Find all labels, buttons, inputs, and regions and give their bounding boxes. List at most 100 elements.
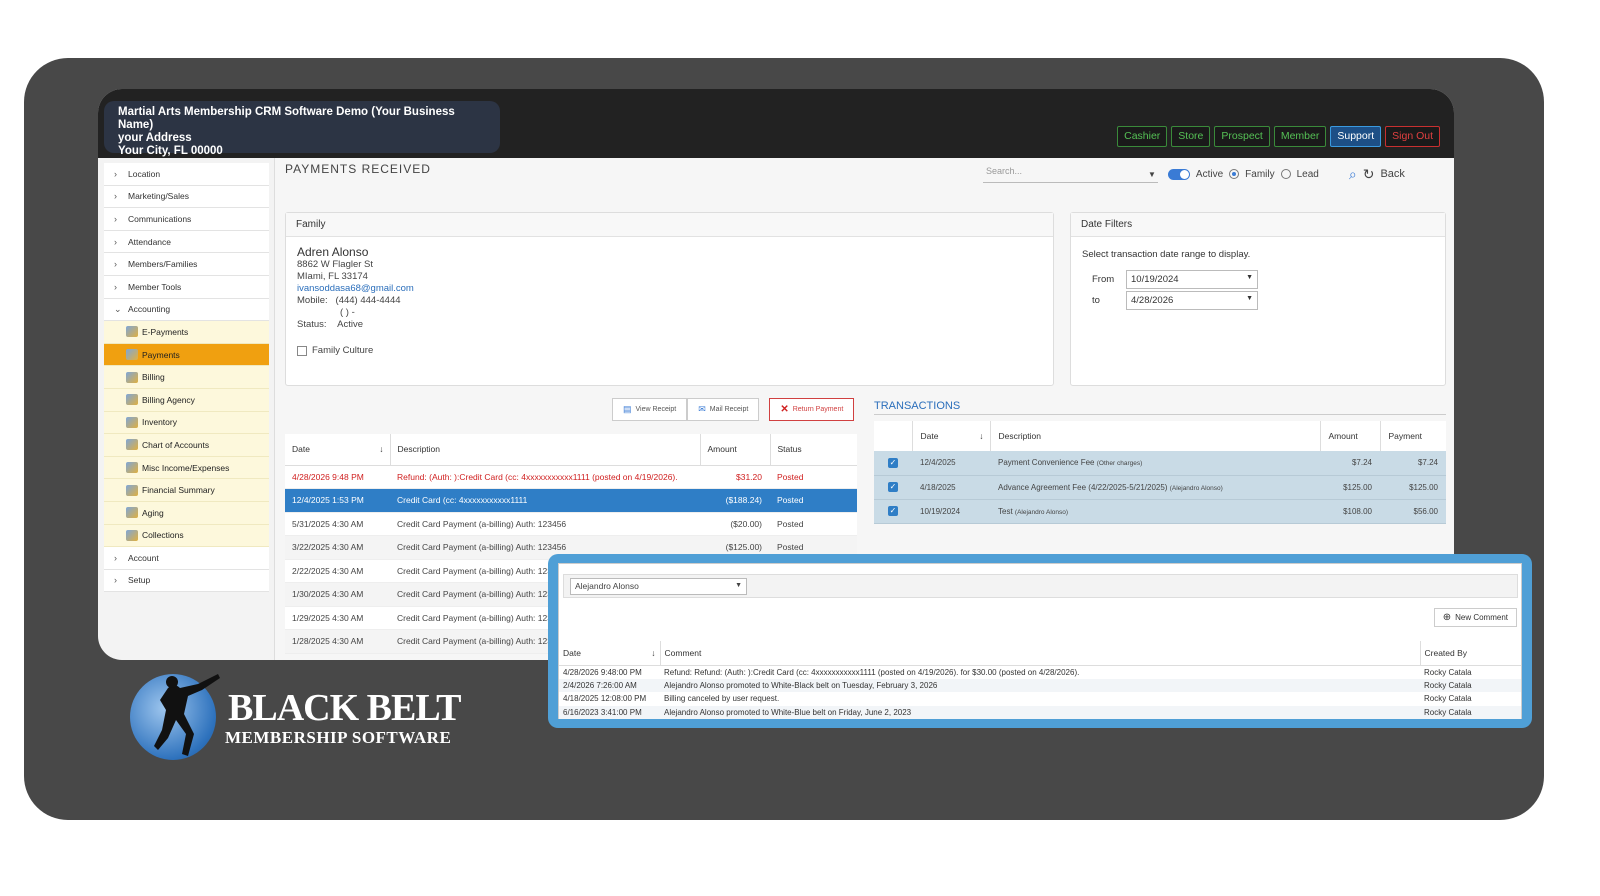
sidebar-item-collections[interactable]: Collections [104,524,269,548]
table-row[interactable]: ✓ 10/19/2024 Test (Alejandro Alonso) $108.0… [874,499,1446,524]
business-name: Martial Arts Membership CRM Software Dem… [118,106,455,131]
return-payment-button[interactable]: ✕ Return Payment [769,398,855,421]
sidebar-item-location[interactable]: › Location [104,163,269,186]
col-amount[interactable]: Amount [700,434,771,466]
comments-header-row: Date ↓ Comment Created By [559,641,1521,666]
col-description[interactable]: Description [390,434,701,466]
financial-summary-icon [126,484,138,496]
family-panel-title: Family [286,213,1053,237]
sidebar-item-marketing[interactable]: › Marketing/Sales [104,185,269,209]
col-created-by[interactable]: Created By [1420,641,1521,666]
mail-icon: ✉ [698,404,706,414]
col-comment[interactable]: Comment [660,641,1421,666]
chevron-down-icon: ▼ [1246,295,1253,302]
col-trans-date[interactable]: Date ↓ [912,421,991,451]
chevron-down-icon: ▼ [1246,274,1253,281]
table-row[interactable]: 6/16/2023 3:41:00 PM Alejandro Alonso pro… [559,705,1521,719]
date-filters-title: Date Filters [1071,213,1445,237]
comments-table: Date ↓ Comment Created By 4/28/2026 9:48:… [559,641,1521,719]
store-button[interactable]: Store [1171,126,1211,147]
sidebar-item-member-tools[interactable]: › Member Tools [104,275,269,299]
top-nav: Cashier Store Prospect Member Support Si… [1117,126,1440,147]
search-input[interactable]: Search... [983,166,1158,183]
close-icon: ✕ [780,404,789,415]
chart-of-accounts-icon [126,439,138,451]
table-row[interactable]: 2/4/2026 7:26:00 AM Alejandro Alonso prom… [559,678,1521,692]
sidebar-item-communications[interactable]: › Communications [104,208,269,231]
table-row[interactable]: 5/31/2025 4:30 AM Credit Card Payment (a-… [285,512,857,536]
from-date-input[interactable]: 10/19/2024 ▼ [1126,270,1258,289]
date-filters-body: Select transaction date range to display… [1071,237,1445,322]
sidebar-item-chart-of-accounts[interactable]: Chart of Accounts [104,434,269,457]
member-button[interactable]: Member [1273,126,1327,147]
family-city: MIami, FL 33174 [297,271,368,282]
sort-down-icon: ↓ [979,431,984,441]
back-icon[interactable]: ↻ [1363,166,1375,183]
chevron-right-icon: › [114,168,117,179]
sidebar-item-members[interactable]: › Members/Families [104,253,269,276]
sidebar: › Location › Marketing/Sales › Communicatio… [104,163,269,593]
col-date[interactable]: Date ↓ [285,434,391,466]
receipt-actions: ▤ View Receipt ✉ Mail Receipt ✕ Return Paym… [612,398,855,421]
table-row[interactable]: ✓ 4/18/2025 Advance Agreement Fee (4/22/20… [874,475,1446,500]
support-button[interactable]: Support [1330,126,1382,147]
family-phone2: ( ) - [340,307,355,318]
comments-overlay: Alejandro Alonso ▼ ⊕ New Comment Date ↓ Com… [548,554,1532,728]
sidebar-item-financial-summary[interactable]: Financial Summary [104,479,269,502]
sidebar-item-setup[interactable]: › Setup [104,569,269,593]
family-status-row: Status: Active [297,319,364,330]
sidebar-item-billing-agency[interactable]: Billing Agency [104,388,269,412]
view-receipt-icon: ▤ [623,404,632,414]
billing-agency-icon [126,394,138,406]
family-culture-checkbox[interactable] [297,346,307,356]
col-trans-description[interactable]: Description [990,421,1321,451]
to-row: to 4/28/2026 ▼ [1082,291,1434,310]
to-date-input[interactable]: 4/28/2026 ▼ [1126,291,1258,310]
sidebar-item-misc-income[interactable]: Misc Income/Expenses [104,456,269,480]
col-trans-amount[interactable]: Amount [1320,421,1381,451]
family-radio[interactable] [1229,169,1240,179]
row-checkbox[interactable]: ✓ [888,506,898,516]
e-payments-icon [126,326,138,338]
sidebar-item-account[interactable]: › Account [104,547,269,570]
prospect-button[interactable]: Prospect [1214,126,1270,147]
family-status: Active [337,319,364,330]
active-toggle[interactable] [1167,168,1190,180]
sidebar-item-payments[interactable]: Payments [104,343,269,367]
col-trans-payment[interactable]: Payment [1380,421,1446,451]
active-label: Active [1195,168,1224,180]
row-checkbox[interactable]: ✓ [888,457,898,468]
col-status[interactable]: Status [770,434,857,466]
view-receipt-button[interactable]: ▤ View Receipt [612,398,688,421]
member-select[interactable]: Alejandro Alonso ▼ [570,578,747,595]
sidebar-item-billing[interactable]: Billing [104,366,269,389]
row-checkbox[interactable]: ✓ [888,482,898,492]
transactions-table: Date ↓ Description Amount Payment ✓ 12/4/2… [874,421,1446,524]
chevron-right-icon: › [114,259,117,270]
sidebar-item-e-payments[interactable]: E-Payments [104,321,269,344]
logo-text-main: BLACK BELT [228,687,462,729]
mail-receipt-button[interactable]: ✉ Mail Receipt [687,398,760,421]
col-comment-date[interactable]: Date ↓ [559,641,661,666]
sign-out-button[interactable]: Sign Out [1385,126,1440,147]
family-mobile: (444) 444-4444 [335,295,401,306]
col-check [874,421,913,451]
table-row[interactable]: 4/28/2026 9:48:00 PM Refund: Refund: (Aut… [559,665,1521,679]
new-comment-button[interactable]: ⊕ New Comment [1433,608,1517,627]
collections-icon [126,529,138,541]
sidebar-item-aging[interactable]: Aging [104,501,269,525]
cashier-button[interactable]: Cashier [1117,126,1168,147]
sidebar-item-accounting[interactable]: ⌄ Accounting [104,298,269,322]
table-row[interactable]: 4/18/2025 12:08:00 PM Billing canceled by… [559,692,1521,706]
lead-radio[interactable] [1280,169,1291,179]
misc-income-icon [126,462,138,474]
table-row[interactable]: ✓ 12/4/2025 Payment Convenience Fee (Other… [874,451,1446,476]
search-icon[interactable]: ⌕ [1349,166,1357,183]
logo-text-sub: MEMBERSHIP SOFTWARE [225,728,452,747]
sidebar-item-attendance[interactable]: › Attendance [104,230,269,254]
table-row[interactable]: 4/28/2026 9:48 PM Refund: (Auth: ):Credit… [285,465,857,489]
back-button[interactable]: Back [1380,168,1404,180]
sidebar-item-inventory[interactable]: Inventory [104,411,269,435]
table-row[interactable]: 12/4/2025 1:53 PM Credit Card (cc: 4xxxxx… [285,488,857,513]
family-email[interactable]: ivansoddasa68@gmail.com [297,283,1042,295]
